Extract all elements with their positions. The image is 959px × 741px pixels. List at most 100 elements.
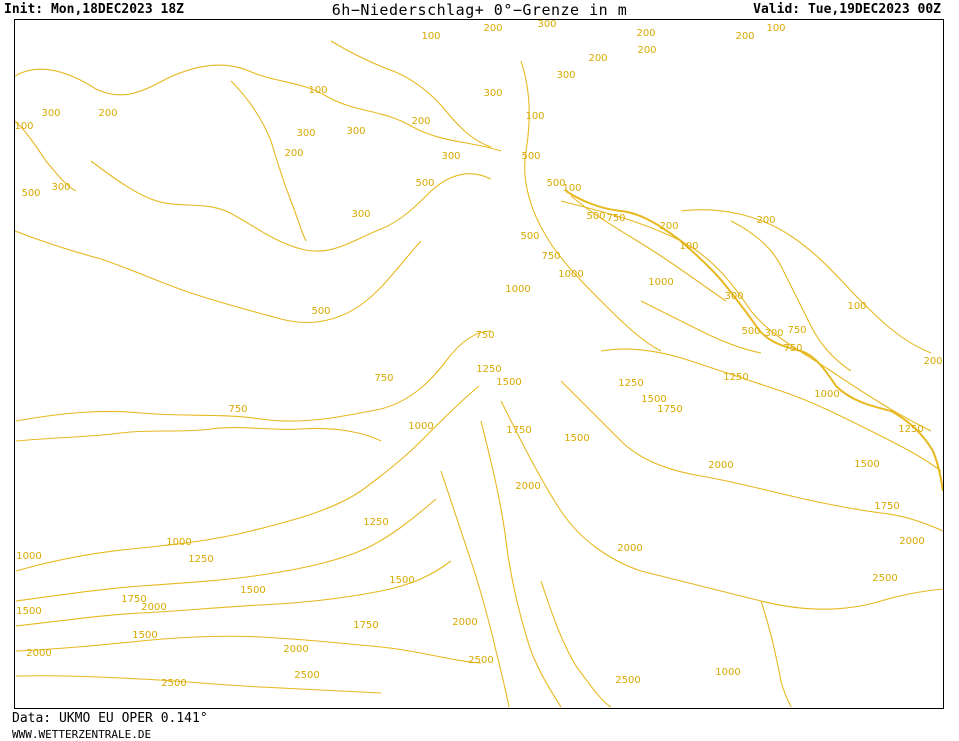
contour-label: 200 (588, 53, 607, 64)
contour-label: 1500 (389, 575, 414, 586)
contour-label: 1000 (166, 537, 191, 548)
contour-label: 500 (586, 211, 605, 222)
contour-line (15, 635, 482, 664)
contour-label: 2000 (515, 481, 540, 492)
contour-label: 100 (562, 183, 581, 194)
contour-label: 100 (421, 31, 440, 42)
contour-label: 750 (606, 213, 625, 224)
contour-label: 200 (637, 45, 656, 56)
contour-label: 100 (308, 85, 327, 96)
contour-label: 2000 (617, 543, 642, 554)
contour-label: 300 (483, 88, 502, 99)
contour-line (15, 330, 492, 422)
contour-label: 1250 (363, 517, 388, 528)
contour-label: 300 (41, 108, 60, 119)
contour-label: 1500 (564, 433, 589, 444)
contour-label: 500 (520, 231, 539, 242)
contour-label: 750 (787, 325, 806, 336)
contour-label: 300 (51, 182, 70, 193)
contour-label: 1750 (121, 594, 146, 605)
contour-line (15, 498, 437, 602)
contour-label: 1250 (476, 364, 501, 375)
contour-label: 300 (556, 70, 575, 81)
contour-label: 1000 (648, 277, 673, 288)
contour-label: 1250 (898, 424, 923, 435)
contour-label: 1000 (558, 269, 583, 280)
contour-label: 500 (311, 306, 330, 317)
contour-label: 750 (374, 373, 393, 384)
contour-label: 750 (541, 251, 560, 262)
valid-time: Valid: Tue,19DEC2023 00Z (753, 2, 941, 17)
contour-label: 500 (741, 326, 760, 337)
contour-label: 2500 (294, 670, 319, 681)
contour-label: 1250 (618, 378, 643, 389)
contour-label: 200 (483, 23, 502, 34)
contour-label: 2500 (161, 678, 186, 689)
contour-line (760, 600, 792, 708)
contour-label: 1250 (188, 554, 213, 565)
contour-label: 1000 (715, 667, 740, 678)
website: WWW.WETTERZENTRALE.DE (12, 728, 152, 741)
contour-label: 100 (766, 23, 785, 34)
contour-label: 2000 (26, 648, 51, 659)
contour-line (440, 470, 510, 708)
contour-label: 1500 (132, 630, 157, 641)
contour-label: 200 (756, 215, 775, 226)
contour-label: 200 (735, 31, 754, 42)
contour-label: 1750 (657, 404, 682, 415)
contour-line (90, 160, 492, 252)
contour-line (230, 80, 307, 242)
contour-label: 200 (923, 356, 942, 367)
contour-label: 1500 (16, 606, 41, 617)
contour-label: 1250 (723, 372, 748, 383)
contour-label: 200 (98, 108, 117, 119)
contour-label: 500 (415, 178, 434, 189)
contour-label: 2500 (615, 675, 640, 686)
contour-label: 750 (783, 343, 802, 354)
contour-line (15, 64, 502, 152)
contour-label: 1000 (408, 421, 433, 432)
contour-label: 200 (284, 148, 303, 159)
contour-label: 1750 (874, 501, 899, 512)
contour-label: 200 (659, 221, 678, 232)
contour-label: 100 (15, 121, 34, 132)
contour-label: 2000 (283, 644, 308, 655)
contour-label: 300 (537, 20, 556, 30)
contour-label: 100 (847, 301, 866, 312)
contour-line (15, 230, 422, 323)
contour-label: 500 (21, 188, 40, 199)
contour-label: 300 (764, 328, 783, 339)
contour-line (520, 60, 662, 352)
contour-label: 300 (351, 209, 370, 220)
map-panel: 100 200 300 200 200 100 200 300 100 100 100 200 200 3… (14, 19, 944, 709)
contour-label: 2500 (468, 655, 493, 666)
contour-label: 1500 (854, 459, 879, 470)
contour-label: 200 (636, 28, 655, 39)
contour-label: 200 (411, 116, 430, 127)
contour-label: 300 (296, 128, 315, 139)
contour-label: 1000 (505, 284, 530, 295)
contour-labels: 100200 3002002001002003001001001002002003… (15, 20, 943, 689)
contour-line (540, 580, 612, 708)
contour-label: 2500 (872, 573, 897, 584)
contour-label: 300 (724, 291, 743, 302)
contour-label: 2000 (708, 460, 733, 471)
contour-label: 100 (525, 111, 544, 122)
contour-label: 500 (521, 151, 540, 162)
data-source: Data: UKMO EU OPER 0.141° (12, 711, 208, 726)
contour-label: 1000 (16, 551, 41, 562)
contour-line (15, 560, 452, 627)
contour-label: 1500 (240, 585, 265, 596)
contour-label: 750 (475, 330, 494, 341)
contour-label: 300 (441, 151, 460, 162)
contour-label: 1750 (506, 425, 531, 436)
contour-label: 2000 (452, 617, 477, 628)
contour-label: 100 (679, 241, 698, 252)
contour-label: 750 (228, 404, 247, 415)
contour-label: 300 (346, 126, 365, 137)
contour-line (15, 675, 382, 694)
contour-map: 100200 3002002001002003001001001002002003… (15, 20, 943, 708)
contour-label: 2000 (899, 536, 924, 547)
contour-label: 1750 (353, 620, 378, 631)
contour-label: 1000 (814, 389, 839, 400)
